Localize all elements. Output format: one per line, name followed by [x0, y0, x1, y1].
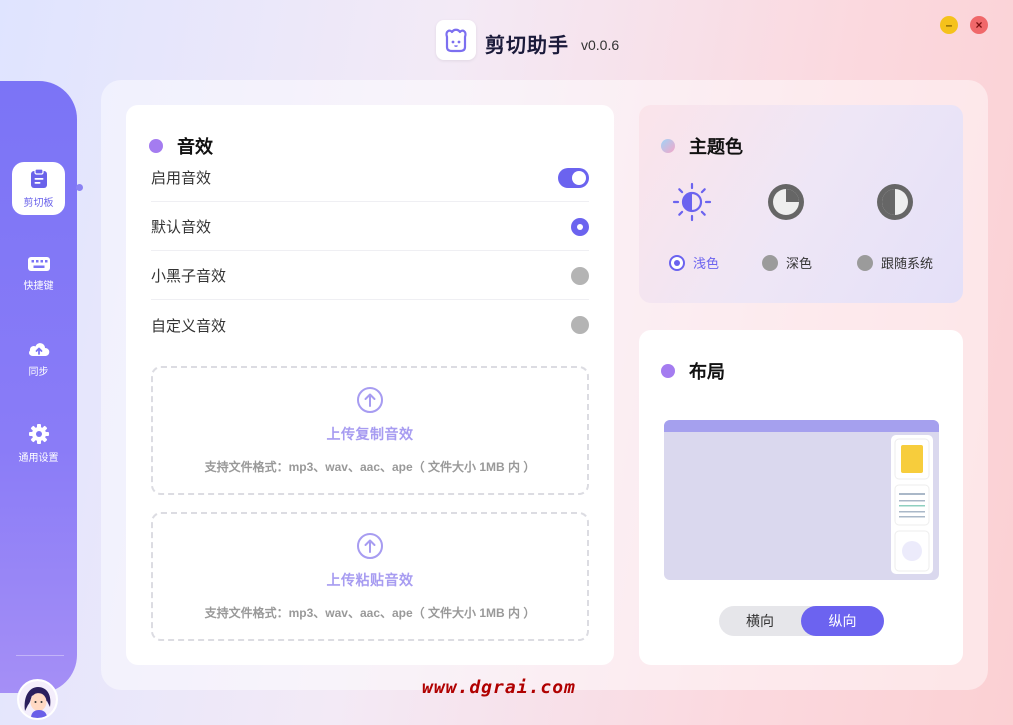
row-label: 启用音效 [151, 170, 212, 187]
sidebar-item-label: 同步 [28, 367, 49, 378]
layout-segmented-control: 横向 纵向 [719, 606, 884, 636]
xiaoheizi-sound-row[interactable]: 小黑子音效 [151, 252, 589, 300]
header-dot [661, 364, 675, 378]
theme-option-label: 浅色 [693, 256, 720, 271]
title-bar: 剪切助手 v0.0.6 – × [0, 0, 1013, 80]
row-label: 自定义音效 [151, 317, 227, 335]
row-label: 小黑子音效 [151, 268, 227, 285]
layout-header: 布局 [661, 358, 725, 384]
dark-mode-icon [768, 184, 804, 220]
app-version: v0.0.6 [581, 37, 620, 53]
upload-hint: 支持文件格式：mp3、wav、aac、ape（ 文件大小 1MB 内 ） [204, 606, 536, 620]
cloud-upload-icon [28, 343, 49, 356]
custom-sound-row[interactable]: 自定义音效 [151, 301, 589, 349]
layout-horizontal-button[interactable]: 横向 [719, 606, 801, 636]
clipboard-icon [30, 168, 47, 188]
app-logo-icon [436, 20, 476, 60]
sidebar-item-label: 通用设置 [18, 453, 59, 464]
theme-dark-radio[interactable]: 深色 [762, 253, 812, 272]
upload-hint: 支持文件格式：mp3、wav、aac、ape（ 文件大小 1MB 内 ） [204, 460, 536, 474]
watermark-text: www.dgrai.com [422, 677, 576, 698]
default-sound-radio[interactable] [571, 217, 589, 236]
theme-light-option[interactable] [642, 180, 742, 224]
sidebar: 剪切板 快捷键 同步 通用设置 [0, 81, 77, 720]
theme-system-radio[interactable]: 跟随系统 [857, 253, 933, 272]
gear-icon [28, 424, 49, 444]
sidebar-item-settings[interactable]: 通用设置 [12, 417, 65, 470]
theme-header: 主题色 [661, 133, 743, 159]
sidebar-item-label: 快捷键 [23, 281, 54, 292]
sidebar-divider [16, 655, 64, 656]
app-title: 剪切助手 [485, 35, 569, 57]
header-dot [661, 139, 675, 153]
upload-paste-sound-dropzone[interactable]: 上传粘贴音效 支持文件格式：mp3、wav、aac、ape（ 文件大小 1MB … [151, 512, 589, 641]
theme-option-label: 深色 [786, 256, 813, 271]
sun-icon [672, 182, 712, 222]
row-label: 默认音效 [151, 219, 212, 236]
sound-card: 音效 启用音效 默认音效 小黑子音效 自定义音效 上传复制音效 支持文件格式：m… [126, 105, 614, 665]
theme-title: 主题色 [689, 137, 743, 157]
contrast-icon [877, 184, 913, 220]
layout-preview [664, 420, 939, 580]
upload-icon [357, 387, 383, 413]
close-button[interactable]: × [970, 16, 988, 34]
radio-icon [669, 254, 685, 271]
enable-sound-toggle[interactable] [558, 167, 589, 188]
theme-option-label: 跟随系统 [881, 256, 934, 271]
minimize-button[interactable]: – [940, 16, 958, 34]
preview-side-panel [891, 435, 933, 574]
preview-titlebar [664, 420, 939, 432]
sidebar-item-shortcuts[interactable]: 快捷键 [12, 247, 65, 300]
avatar[interactable] [17, 679, 58, 720]
radio-icon [762, 254, 778, 271]
header-dot [149, 139, 163, 153]
custom-sound-radio[interactable] [571, 316, 589, 334]
sidebar-item-label: 剪切板 [23, 198, 54, 209]
enable-sound-row[interactable]: 启用音效 [151, 154, 589, 202]
theme-system-option[interactable] [845, 180, 945, 224]
upload-title: 上传粘贴音效 [326, 572, 414, 588]
layout-title: 布局 [689, 362, 725, 382]
upload-title: 上传复制音效 [326, 426, 414, 442]
sidebar-active-indicator [76, 184, 83, 191]
theme-card: 主题色 浅色 深色 跟随系统 [639, 105, 963, 303]
upload-copy-sound-dropzone[interactable]: 上传复制音效 支持文件格式：mp3、wav、aac、ape（ 文件大小 1MB … [151, 366, 589, 495]
default-sound-row[interactable]: 默认音效 [151, 203, 589, 251]
layout-card: 布局 横向 纵向 [639, 330, 963, 665]
theme-light-radio[interactable]: 浅色 [669, 253, 719, 272]
keyboard-icon [27, 257, 50, 271]
sidebar-item-sync[interactable]: 同步 [12, 332, 65, 385]
xiaoheizi-sound-radio[interactable] [571, 266, 589, 285]
layout-vertical-button[interactable]: 纵向 [801, 606, 884, 636]
radio-icon [857, 254, 873, 271]
upload-icon [357, 533, 383, 559]
sidebar-item-clipboard[interactable]: 剪切板 [12, 162, 65, 215]
theme-dark-option[interactable] [736, 180, 836, 224]
